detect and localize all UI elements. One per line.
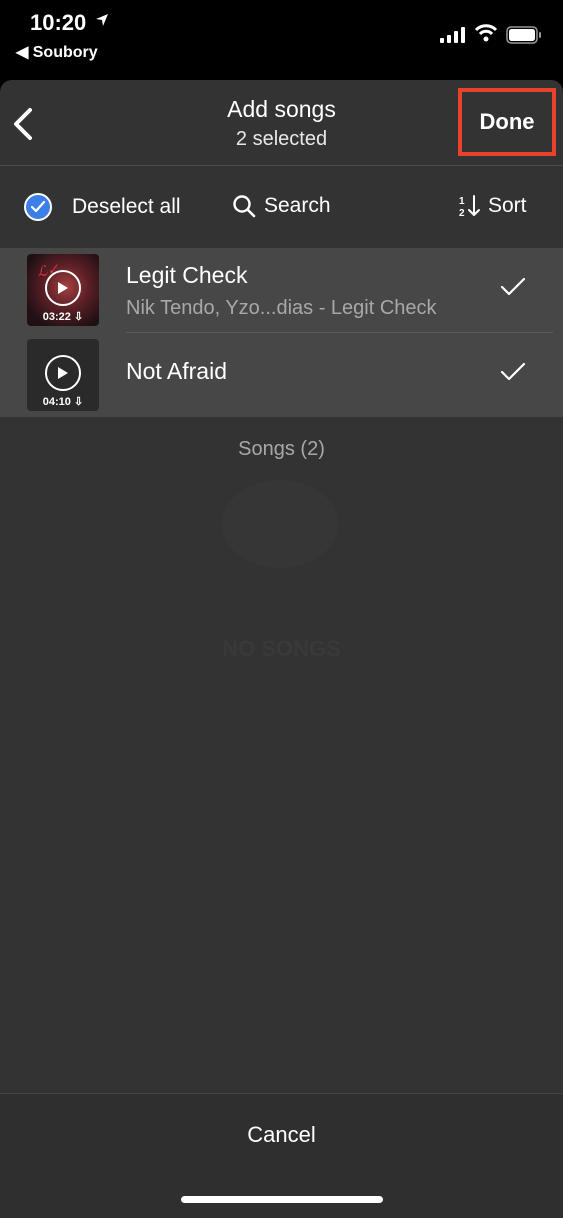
song-title: Not Afraid: [126, 358, 227, 384]
search-icon: [233, 195, 256, 218]
list-item[interactable]: ℒ✓ 03:22 ⇩ Legit Check Nik Tendo, Yzo...…: [0, 248, 563, 333]
checkmark-icon: [500, 362, 526, 381]
empty-state-text: NO SONGS: [222, 636, 341, 661]
deselect-all-button[interactable]: Deselect all: [24, 193, 181, 221]
play-icon[interactable]: [45, 355, 81, 391]
sort-button[interactable]: 1 2 Sort: [458, 194, 527, 218]
selected-songs-list: ℒ✓ 03:22 ⇩ Legit Check Nik Tendo, Yzo...…: [0, 248, 563, 417]
song-title: Legit Check: [126, 262, 248, 288]
svg-text:1: 1: [459, 196, 465, 207]
song-artist: Nik Tendo, Yzo...dias - Legit Check: [126, 297, 437, 319]
song-thumbnail: ℒ✓ 03:22 ⇩: [27, 254, 99, 326]
deselect-all-label: Deselect all: [72, 195, 181, 218]
list-item[interactable]: 04:10 ⇩ Not Afraid: [0, 333, 563, 417]
done-button[interactable]: Done: [458, 88, 556, 156]
checkmark-circle-icon: [24, 193, 52, 221]
song-duration: 04:10 ⇩: [42, 396, 84, 408]
back-to-app-link[interactable]: ◀ Soubory: [16, 42, 98, 62]
cellular-signal-icon: [440, 27, 465, 43]
cancel-button[interactable]: Cancel: [0, 1122, 563, 1148]
location-arrow-icon: [96, 14, 108, 26]
home-indicator[interactable]: [181, 1196, 383, 1203]
sort-label: Sort: [488, 194, 527, 217]
songs-count-label: Songs (2): [238, 438, 325, 460]
checkmark-icon: [500, 277, 526, 296]
wifi-icon: [474, 24, 498, 42]
empty-state-icon: [222, 480, 338, 568]
status-bar: 10:20 ◀ Soubory: [0, 0, 563, 80]
battery-icon: [506, 26, 541, 44]
sheet-header: Add songs 2 selected Done: [0, 80, 563, 166]
status-time: 10:20: [30, 10, 87, 35]
svg-text:2: 2: [459, 208, 465, 218]
song-duration: 03:22 ⇩: [42, 311, 84, 323]
add-songs-sheet: Add songs 2 selected Done Deselect all S…: [0, 80, 563, 1218]
search-button[interactable]: Search: [232, 194, 331, 218]
selection-toolbar: Deselect all Search 1 2 Sort: [0, 166, 563, 248]
sort-icon: 1 2: [459, 195, 480, 218]
play-icon[interactable]: [45, 270, 81, 306]
search-label: Search: [264, 194, 331, 217]
song-thumbnail: 04:10 ⇩: [27, 339, 99, 411]
